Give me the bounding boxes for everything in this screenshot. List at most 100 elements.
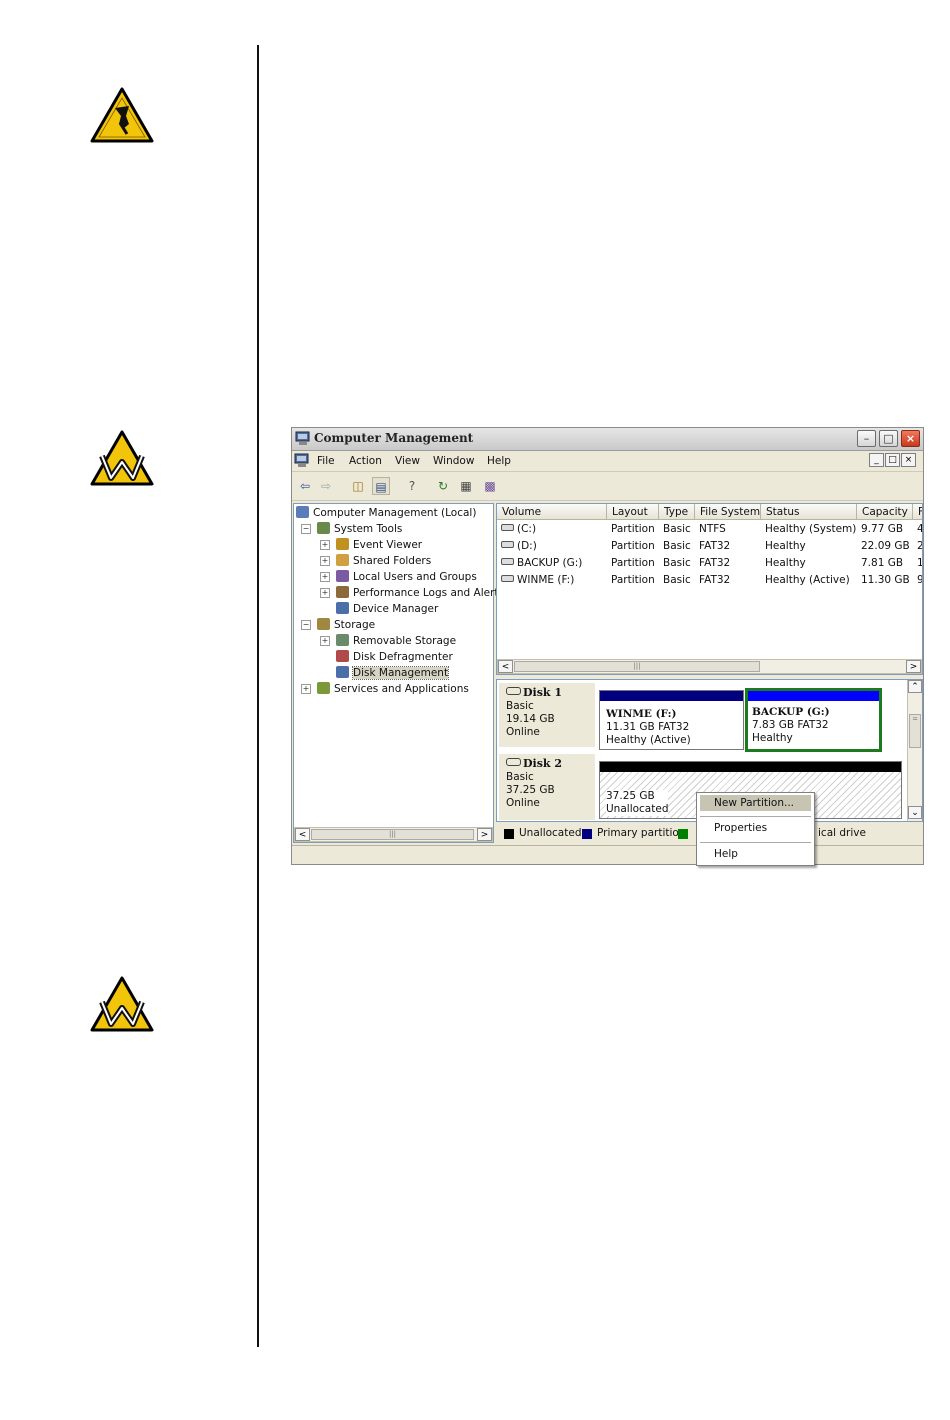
scroll-right-button[interactable]: > <box>477 828 492 841</box>
child-minimize-button[interactable]: _ <box>869 453 884 467</box>
menu-file[interactable]: File <box>317 455 335 467</box>
scroll-left-button[interactable]: < <box>498 660 513 673</box>
table-cell: 11.30 GB <box>861 574 910 586</box>
partition-backup[interactable]: BACKUP (G:) 7.83 GB FAT32 Healthy <box>745 688 882 752</box>
scroll-left-button[interactable]: < <box>295 828 310 841</box>
menu-bar: File Action View Window Help _ □ × <box>292 451 923 472</box>
tree-item[interactable]: − System Tools <box>296 521 504 537</box>
back-arrow-icon[interactable]: ⇦ <box>296 477 314 495</box>
tree-item[interactable]: + Services and Applications <box>296 681 504 697</box>
drive-icon <box>501 575 514 582</box>
partition-winme[interactable]: WINME (F:) 11.31 GB FAT32 Healthy (Activ… <box>599 690 744 750</box>
column-header-file-system[interactable]: File System <box>695 504 761 520</box>
column-header-status[interactable]: Status <box>761 504 857 520</box>
title-bar[interactable]: Computer Management – □ × <box>292 428 923 451</box>
tree-node-icon <box>336 538 349 550</box>
scroll-right-button[interactable]: > <box>906 660 921 673</box>
volume-horizontal-scrollbar[interactable]: < ||| > <box>497 659 922 674</box>
partition-context-menu: New Partition... Properties Help <box>696 792 815 866</box>
child-close-button[interactable]: × <box>901 453 916 467</box>
collapse-icon[interactable]: − <box>301 620 311 630</box>
scroll-thumb[interactable]: ||| <box>311 829 474 840</box>
scroll-thumb[interactable]: = <box>909 714 921 748</box>
show-hide-tree-icon[interactable]: ▤ <box>372 477 390 495</box>
table-cell: BACKUP (G:) <box>501 555 582 572</box>
console-tree: Computer Management (Local) − System Tools… <box>293 503 504 843</box>
tree-item[interactable]: + Shared Folders <box>296 553 504 569</box>
status-bar <box>292 845 923 864</box>
tree-item[interactable]: Disk Management <box>296 665 504 681</box>
scroll-down-button[interactable]: ⌄ <box>908 806 922 819</box>
table-cell: Basic <box>663 557 691 569</box>
refresh-icon[interactable]: ↻ <box>434 477 452 495</box>
tree-item[interactable]: Disk Defragmenter <box>296 649 504 665</box>
child-restore-button[interactable]: □ <box>885 453 900 467</box>
table-cell: 4 <box>917 521 922 538</box>
tree-horizontal-scrollbar[interactable]: < ||| > <box>294 827 493 842</box>
volume-name: WINME (F:) <box>517 574 575 586</box>
tree-item[interactable]: + Performance Logs and Alerts <box>296 585 504 601</box>
computer-icon <box>294 453 309 467</box>
column-header-layout[interactable]: Layout <box>607 504 659 520</box>
expand-icon[interactable]: + <box>301 684 311 694</box>
toolbar: ⇦ ⇨ ◫ ▤ ? ↻ ▦ ▩ <box>292 473 923 501</box>
tree-node-icon <box>336 634 349 646</box>
close-button[interactable]: × <box>901 430 920 447</box>
table-row[interactable]: BACKUP (G:) Partition Basic FAT32 Healthy 7.8… <box>497 555 922 572</box>
up-folder-icon[interactable]: ◫ <box>349 477 367 495</box>
scroll-up-button[interactable]: ⌃ <box>908 680 922 693</box>
menu-action[interactable]: Action <box>349 455 382 467</box>
tree-item[interactable]: Computer Management (Local) <box>296 505 504 521</box>
margin-divider <box>257 45 259 1347</box>
menu-help[interactable]: Help <box>487 455 511 467</box>
expand-icon[interactable]: + <box>320 636 330 646</box>
column-header-capacity[interactable]: Capacity <box>857 504 913 520</box>
disk-vertical-scrollbar[interactable]: ⌃ = ⌄ <box>907 680 922 821</box>
table-cell: Healthy <box>765 557 806 569</box>
menu-help-item[interactable]: Help <box>700 846 811 862</box>
tree-item[interactable]: Device Manager <box>296 601 504 617</box>
table-cell: Healthy (Active) <box>765 574 850 586</box>
table-cell: (D:) <box>501 538 537 555</box>
disk-1-info[interactable]: Disk 1 Basic 19.14 GB Online <box>499 683 595 747</box>
tree-node-icon <box>317 618 330 630</box>
tree-item[interactable]: − Storage <box>296 617 504 633</box>
table-cell: Partition <box>611 574 655 586</box>
help-icon[interactable]: ? <box>403 477 421 495</box>
table-cell: 22.09 GB <box>861 540 910 552</box>
rescan-disks-icon[interactable]: ▩ <box>481 477 499 495</box>
expand-icon[interactable]: + <box>320 588 330 598</box>
column-header-volume[interactable]: Volume <box>497 504 607 520</box>
expand-icon[interactable]: + <box>320 572 330 582</box>
forward-arrow-icon[interactable]: ⇨ <box>317 477 335 495</box>
tree-item[interactable]: + Event Viewer <box>296 537 504 553</box>
menu-properties[interactable]: Properties <box>700 820 811 836</box>
table-cell: Basic <box>663 574 691 586</box>
menu-window[interactable]: Window <box>433 455 474 467</box>
disk-1-size: 19.14 GB <box>506 713 555 725</box>
disk-2-info[interactable]: Disk 2 Basic 37.25 GB Online <box>499 754 595 820</box>
unallocated-bar <box>600 762 901 772</box>
tree-node-icon <box>336 602 349 614</box>
volume-list: Volume Layout Type File System Status Ca… <box>496 503 923 675</box>
table-row[interactable]: WINME (F:) Partition Basic FAT32 Healthy (Ac… <box>497 572 922 589</box>
properties-icon[interactable]: ▦ <box>457 477 475 495</box>
expand-icon[interactable]: + <box>320 540 330 550</box>
minimize-button[interactable]: – <box>857 430 876 447</box>
table-row[interactable]: (C:) Partition Basic NTFS Healthy (System) 9.… <box>497 521 922 538</box>
column-header-free[interactable]: F <box>913 504 922 520</box>
menu-view[interactable]: View <box>395 455 420 467</box>
window-title: Computer Management <box>314 431 474 445</box>
maximize-button[interactable]: □ <box>879 430 898 447</box>
unallocated-size: 37.25 GB <box>606 790 655 802</box>
expand-icon[interactable]: + <box>320 556 330 566</box>
tree-item[interactable]: + Local Users and Groups <box>296 569 504 585</box>
table-cell: NTFS <box>699 523 726 535</box>
table-row[interactable]: (D:) Partition Basic FAT32 Healthy 22.09 GB 2 <box>497 538 922 555</box>
tree-item[interactable]: + Removable Storage <box>296 633 504 649</box>
menu-new-partition[interactable]: New Partition... <box>700 795 811 811</box>
column-header-type[interactable]: Type <box>659 504 695 520</box>
warning-icon <box>90 976 154 1032</box>
collapse-icon[interactable]: − <box>301 524 311 534</box>
scroll-thumb[interactable]: ||| <box>514 661 760 672</box>
